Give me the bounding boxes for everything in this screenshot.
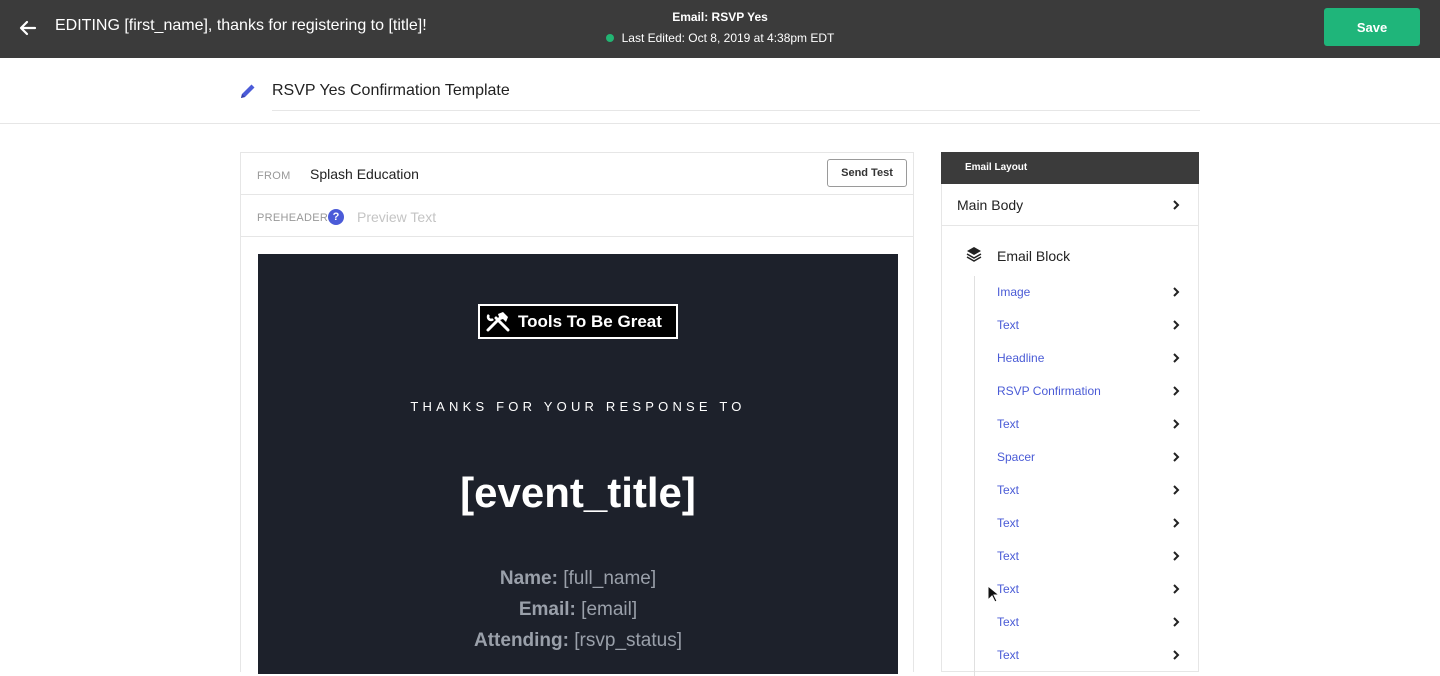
back-arrow-icon[interactable] [16,16,40,40]
layout-item-label: Text [997,549,1020,563]
page-title: EDITING [first_name], thanks for registe… [55,17,427,34]
chevron-right-icon [1173,320,1180,330]
from-label: FROM [257,170,291,182]
preview-text-input[interactable] [357,206,777,228]
layout-item-label: Text [997,516,1020,530]
layout-item[interactable]: Text [975,577,1197,601]
chevron-right-icon [1173,518,1180,528]
layout-item-label: RSVP Confirmation [997,384,1101,398]
layout-item[interactable]: Text [975,544,1197,568]
layout-item-label: Headline [997,351,1045,365]
from-value[interactable]: Splash Education [310,166,419,182]
last-edited-text: Last Edited: Oct 8, 2019 at 4:38pm EDT [621,31,835,45]
email-block-label: Email Block [997,248,1071,264]
main-body-item[interactable]: Main Body [942,184,1198,226]
chevron-right-icon [1173,551,1180,561]
layout-header: Email Layout [941,152,1199,184]
chevron-right-icon [1173,617,1180,627]
help-icon[interactable]: ? [328,209,344,225]
email-layout-panel: Email Layout Main Body Email Block Image… [941,152,1199,676]
from-row: FROM Splash Education Send Test [241,153,913,195]
tools-icon [486,311,510,331]
layout-item[interactable]: Text [975,511,1197,535]
name-label: Name: [499,568,558,589]
email-tagline: THANKS FOR YOUR RESPONSE TO [410,399,746,414]
info-email: Email: [email] [258,599,898,621]
layout-item[interactable]: Image [975,280,1197,304]
pencil-icon[interactable] [239,82,257,100]
layout-item-label: Spacer [997,450,1036,464]
chevron-right-icon [1173,200,1180,210]
template-name-field[interactable]: RSVP Yes Confirmation Template [272,80,1200,111]
template-name-row: RSVP Yes Confirmation Template [0,58,1440,124]
layout-item[interactable]: Text [975,478,1197,502]
layout-item-label: Text [997,318,1020,332]
event-title: [event_title] [460,469,696,516]
email-label: Email: [518,599,576,620]
email-value: [email] [581,599,638,620]
top-bar: EDITING [first_name], thanks for registe… [0,0,1440,58]
layout-item[interactable]: Spacer [975,445,1197,469]
logo-text: Tools To Be Great [518,311,662,331]
main-body-label: Main Body [957,197,1024,213]
preheader-row: PREHEADER ? [241,195,913,237]
layout-item[interactable]: Text [975,610,1197,634]
mouse-cursor-icon [987,585,999,603]
chevron-right-icon [1173,584,1180,594]
layout-item[interactable]: Text [975,313,1197,337]
preheader-label: PREHEADER [257,212,329,224]
layout-item-label: Text [997,648,1020,662]
email-name: Email: RSVP Yes [672,10,768,24]
layout-item[interactable]: Text [975,412,1197,436]
chevron-right-icon [1173,287,1180,297]
layout-item-label: Text [997,417,1020,431]
info-attending: Attending: [rsvp_status] [258,630,898,652]
chevron-right-icon [1173,353,1180,363]
layout-item-label: Image [997,285,1031,299]
send-test-button[interactable]: Send Test [827,159,907,187]
attending-label: Attending: [474,630,569,651]
chevron-right-icon [1173,452,1180,462]
chevron-right-icon [1173,419,1180,429]
save-button[interactable]: Save [1324,8,1420,46]
email-status: Email: RSVP Yes Last Edited: Oct 8, 2019… [520,9,920,46]
last-edited: Last Edited: Oct 8, 2019 at 4:38pm EDT [520,30,920,46]
chevron-right-icon [1173,485,1180,495]
email-canvas[interactable]: Tools To Be Great THANKS FOR YOUR RESPON… [258,254,898,674]
layout-item[interactable]: RSVP Confirmation [975,379,1197,403]
chevron-right-icon [1173,386,1180,396]
status-dot-icon [605,34,614,42]
email-editor: FROM Splash Education Send Test PREHEADE… [240,152,914,674]
logo[interactable]: Tools To Be Great [478,304,678,339]
layout-item-label: Text [997,615,1020,629]
layout-item-label: Text [997,483,1020,497]
chevron-right-icon [1173,650,1180,660]
attending-value: [rsvp_status] [574,630,682,651]
name-value: [full_name] [563,568,657,589]
info-name: Name: [full_name] [258,568,898,590]
layout-item[interactable]: Headline [975,346,1197,370]
layers-icon [966,247,982,262]
layout-item-label: Text [997,582,1020,596]
email-block-item[interactable]: Email Block [942,244,1198,268]
layout-item[interactable]: Text [975,643,1197,667]
